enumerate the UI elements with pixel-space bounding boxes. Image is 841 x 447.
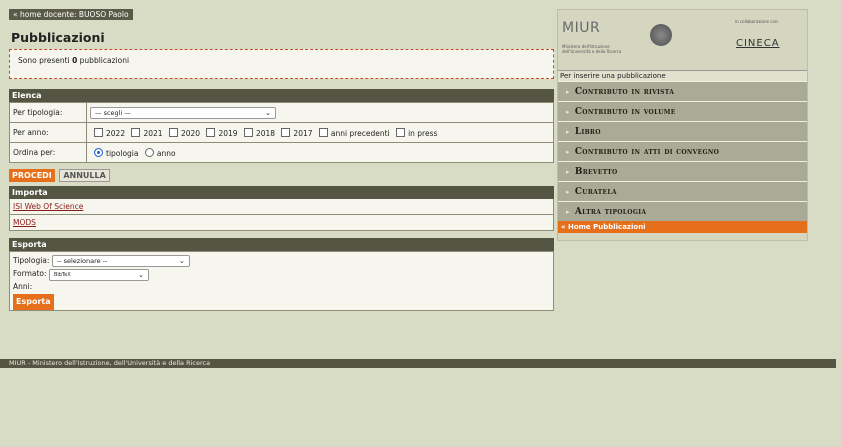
annulla-button[interactable]: ANNULLA	[59, 169, 110, 182]
elenca-header: Elenca	[9, 89, 554, 102]
menu-contributo-convegno[interactable]: ▸ Contributo in atti di convegno	[558, 141, 807, 161]
checkbox-2021-label: 2021	[143, 128, 163, 138]
esporta-header: Esporta	[9, 238, 554, 251]
chevron-down-icon: ⌄	[265, 108, 271, 117]
esporta-form: Tipologia: -- selezionare -- ⌄ Formato: …	[9, 251, 554, 311]
checkbox-2020[interactable]	[168, 127, 178, 137]
main-content: « home docente: BUOSO Paolo Pubblicazion…	[9, 9, 554, 311]
esporta-formato-label: Formato:	[13, 269, 47, 278]
breadcrumb-home-docente[interactable]: « home docente: BUOSO Paolo	[9, 9, 133, 20]
menu-contributo-rivista-label: Contributo in rivista	[574, 87, 675, 97]
ordina-radios: tipologia anno	[86, 142, 554, 163]
form-buttons: PROCEDI ANNULLA	[9, 169, 554, 183]
triangle-right-icon: ▸	[566, 187, 570, 196]
importa-header: Importa	[9, 186, 554, 199]
checkbox-2019-label: 2019	[218, 128, 238, 138]
checkbox-2021[interactable]	[131, 127, 141, 137]
checkbox-2018-label: 2018	[255, 128, 276, 138]
chevron-down-icon: ⌄	[138, 271, 144, 279]
tipologia-select[interactable]: — scegli — ⌄	[90, 106, 276, 119]
tipologia-label: Per tipologia:	[9, 102, 87, 123]
ordina-label: Ordina per:	[9, 142, 87, 163]
checkbox-2019[interactable]	[206, 127, 216, 137]
menu-contributo-volume[interactable]: ▸ Contributo in volume	[558, 101, 807, 121]
checkbox-2020-label: 2020	[180, 128, 201, 138]
anno-label: Per anno:	[9, 122, 87, 143]
triangle-right-icon: ▸	[566, 167, 570, 176]
triangle-right-icon: ▸	[566, 147, 570, 156]
checkbox-in-press[interactable]	[396, 127, 406, 137]
footer: MIUR - Ministero dell'Istruzione, dell'U…	[0, 359, 836, 368]
checkbox-anni-precedenti[interactable]	[318, 127, 328, 137]
checkbox-2022-label: 2022	[106, 128, 126, 138]
triangle-right-icon: ▸	[566, 207, 570, 216]
notice-prefix: Sono presenti	[18, 56, 73, 65]
esporta-anni-label: Anni:	[13, 282, 33, 291]
menu-curatela[interactable]: ▸ Curatela	[558, 181, 807, 201]
checkbox-2017-label: 2017	[293, 128, 313, 138]
cineca-link[interactable]: CINECA	[736, 38, 780, 49]
page-title: Pubblicazioni	[11, 30, 105, 45]
menu-libro[interactable]: ▸ Libro	[558, 121, 807, 141]
esporta-button-row: Esporta	[13, 294, 550, 310]
importa-isi-row: ISI Web Of Science	[9, 199, 554, 215]
radio-tipologia-label: tipologia	[106, 148, 139, 158]
page: « home docente: BUOSO Paolo Pubblicazion…	[0, 0, 841, 447]
importa-isi-link[interactable]: ISI Web Of Science	[13, 202, 83, 211]
menu-altra-tipologia-label: Altra tipologia	[574, 207, 647, 217]
sidebar-instruction: Per inserire una pubblicazione	[558, 70, 807, 81]
notice-suffix: pubblicazioni	[77, 56, 130, 65]
importa-mods-row: MODS	[9, 215, 554, 231]
esporta-formato-row: Formato: BibTeX ⌄	[13, 268, 550, 281]
menu-brevetto[interactable]: ▸ Brevetto	[558, 161, 807, 181]
esporta-tipologia-value: -- selezionare --	[56, 257, 108, 265]
miur-subtitle: Ministero dell'Istruzione dell'Universit…	[562, 44, 622, 54]
menu-curatela-label: Curatela	[574, 187, 617, 197]
checkbox-2018[interactable]	[243, 127, 253, 137]
chevron-down-icon: ⌄	[178, 257, 185, 265]
checkbox-anni-precedenti-label: anni precedenti	[330, 128, 390, 138]
radio-anno[interactable]	[144, 147, 154, 157]
esporta-tipologia-row: Tipologia: -- selezionare -- ⌄	[13, 255, 550, 267]
triangle-right-icon: ▸	[566, 127, 570, 136]
triangle-right-icon: ▸	[566, 87, 570, 96]
home-pubblicazioni-link[interactable]: « Home Pubblicazioni	[558, 221, 807, 233]
elenca-form: Per tipologia: — scegli — ⌄ Per anno: 20…	[9, 102, 554, 163]
menu-altra-tipologia[interactable]: ▸ Altra tipologia	[558, 201, 807, 221]
collaboration-label: in collaborazione con:	[735, 19, 779, 24]
checkbox-2017[interactable]	[281, 127, 291, 137]
triangle-right-icon: ▸	[566, 107, 570, 116]
logo-area: MIUR Ministero dell'Istruzione dell'Univ…	[558, 10, 807, 62]
checkbox-2022[interactable]	[94, 127, 103, 137]
checkbox-in-press-label: in press	[408, 128, 438, 138]
esporta-formato-value: BibTeX	[53, 272, 71, 278]
miur-logo[interactable]: MIUR	[562, 20, 600, 36]
menu-libro-label: Libro	[574, 127, 601, 137]
italian-emblem-icon	[650, 24, 672, 46]
esporta-tipologia-select[interactable]: -- selezionare -- ⌄	[51, 255, 190, 267]
esporta-anni-row: Anni:	[13, 281, 550, 293]
esporta-button[interactable]: Esporta	[13, 294, 54, 310]
radio-tipologia[interactable]	[94, 147, 103, 157]
menu-contributo-rivista[interactable]: ▸ Contributo in rivista	[558, 81, 807, 101]
esporta-tipologia-label: Tipologia:	[13, 256, 50, 265]
anno-checkboxes: 2022 2021 2020 2019 2018 2017 anni prece…	[86, 122, 554, 143]
menu-contributo-volume-label: Contributo in volume	[574, 107, 676, 117]
tipologia-select-value: — scegli —	[95, 108, 131, 117]
procedi-button[interactable]: PROCEDI	[9, 169, 55, 182]
esporta-formato-select[interactable]: BibTeX ⌄	[48, 269, 149, 281]
importa-mods-link[interactable]: MODS	[13, 218, 36, 227]
sidebar: MIUR Ministero dell'Istruzione dell'Univ…	[557, 9, 808, 241]
menu-contributo-convegno-label: Contributo in atti di convegno	[574, 147, 720, 157]
radio-anno-label: anno	[156, 148, 176, 158]
menu-brevetto-label: Brevetto	[574, 167, 618, 177]
publications-notice: Sono presenti 0 pubblicazioni	[9, 49, 554, 79]
